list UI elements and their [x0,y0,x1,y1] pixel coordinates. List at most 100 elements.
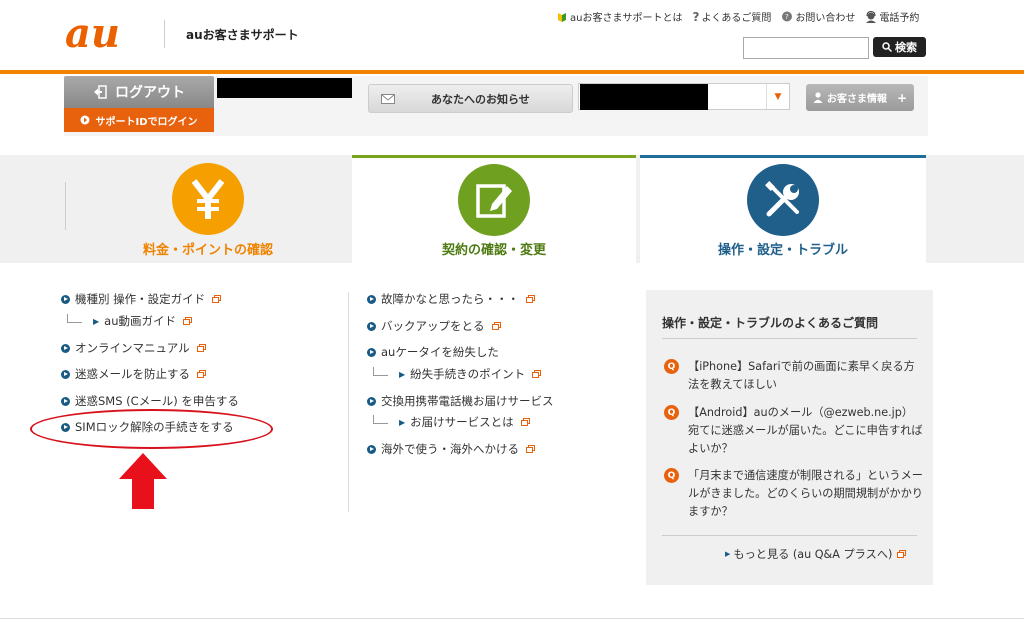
beginner-leaf-icon [558,12,566,22]
list-item[interactable]: auケータイを紛失した [367,344,499,360]
link-about-support-label: auお客さまサポートとは [570,13,683,24]
list-item-sub[interactable]: ▶ お届けサービスとは [373,414,530,430]
arrow-bullet-icon [61,294,70,304]
link-label: 迷惑SMS (Cメール) を申告する [75,394,239,408]
link-label: au動画ガイド [104,314,176,328]
list-item-sub[interactable]: ▶ 紛失手続きのポイント [373,366,542,382]
faq-divider-bottom [662,535,917,536]
faq-item-text: 「月末まで通信速度が制限される」というメールがきました。どのくらいの期間規制がか… [688,469,923,518]
external-window-icon [526,295,535,303]
tab-billing-points[interactable]: 料金・ポイントの確認 [65,155,351,263]
list-item[interactable]: 迷惑SMS (Cメール) を申告する [61,393,239,409]
arrow-bullet-icon [367,294,376,304]
link-faq-label: よくあるご質問 [701,13,772,24]
external-window-icon [491,322,501,330]
list-item[interactable]: 交換用携帯電話機お届けサービス [367,393,554,409]
site-title: auお客さまサポート [186,28,299,42]
external-window-icon [520,418,530,426]
support-id-login-button[interactable]: サポートIDでログイン [64,108,214,132]
svg-text:?: ? [785,13,789,21]
edit-document-icon [458,164,530,236]
arrow-right-icon: ▶ [725,550,731,558]
au-logo-icon: au [65,10,120,57]
search-icon [882,42,892,52]
external-window-icon [197,370,206,378]
column-divider [348,292,349,512]
faq-more-link[interactable]: ▶ もっと見る (au Q&A プラスへ) [725,546,907,562]
link-label: 海外で使う・海外へかける [381,442,519,456]
arrow-bullet-icon [367,444,376,454]
list-item[interactable]: バックアップをとる [367,318,501,334]
link-label: 故障かなと思ったら・・・ [381,292,519,306]
link-label: 機種別 操作・設定ガイド [75,292,206,306]
link-phone-reservation-label: 電話予約 [879,13,920,24]
chevron-down-icon[interactable]: ▼ [766,84,789,109]
question-badge-icon: Q [664,359,679,374]
list-item[interactable]: 機種別 操作・設定ガイド [61,291,222,307]
person-icon [813,92,823,103]
faq-title: 操作・設定・トラブルのよくあるご質問 [662,316,879,330]
link-phone-reservation[interactable]: 電話予約 [865,9,919,24]
link-faq[interactable]: ? よくあるご質問 [692,9,772,25]
link-label: 紛失手続きのポイント [410,367,526,381]
customer-info-button[interactable]: お客さま情報 + [806,84,914,111]
link-label: 迷惑メールを防止する [75,367,190,381]
header-accent-bar [0,70,1024,74]
question-badge-icon: Q [664,405,679,420]
highlight-ellipse [30,409,273,449]
list-item[interactable]: 迷惑メールを防止する [61,366,206,382]
list-item[interactable]: 故障かなと思ったら・・・ [367,291,535,307]
search-button-label: 検索 [895,41,917,54]
tab-operation-settings-trouble[interactable]: 操作・設定・トラブル [640,155,926,263]
tab-contract[interactable]: 契約の確認・変更 [352,155,636,263]
faq-divider [662,338,917,339]
footer-divider [0,618,1024,619]
tab-support-label: 操作・設定・トラブル [717,243,848,258]
tab-contract-label: 契約の確認・変更 [441,243,546,258]
yen-icon [172,163,244,235]
tree-connector [373,414,388,424]
external-window-icon [212,295,222,303]
redacted-line-number [580,84,708,110]
redacted-username [217,78,352,98]
external-window-icon [183,317,192,325]
external-window-icon [196,344,206,352]
link-contact[interactable]: ? お問い合わせ [781,9,855,24]
external-window-icon [532,370,542,378]
search-button[interactable]: 検索 [873,37,926,57]
faq-item-text: 【Android】auのメール（@ezweb.ne.jp）宛てに迷惑メールが届い… [688,406,923,455]
list-item[interactable]: オンラインマニュアル [61,340,206,356]
notice-label: あなたへのお知らせ [431,92,530,106]
operator-icon [866,10,877,23]
arrow-bullet-icon [61,343,70,353]
link-label: 交換用携帯電話機お届けサービス [381,394,554,408]
link-contact-label: お問い合わせ [795,13,856,24]
external-window-icon [526,445,535,453]
arrow-right-icon: ▶ [399,417,406,427]
header-divider [164,20,165,48]
faq-item[interactable]: Q 【Android】auのメール（@ezweb.ne.jp）宛てに迷惑メールが… [664,404,924,458]
faq-item[interactable]: Q 「月末まで通信速度が制限される」というメールがきました。どのくらいの期間規制… [664,467,924,521]
tab-billing-label: 料金・ポイントの確認 [142,243,273,258]
tree-connector [373,366,388,376]
chat-bubble-icon: ? [782,11,793,21]
faq-item[interactable]: Q 【iPhone】Safariで前の画面に素早く戻る方法を教えてほしい [664,358,924,394]
red-arrow-up-icon [119,453,167,509]
mail-icon [381,93,395,104]
list-item-sub[interactable]: ▶ au動画ガイド [67,313,192,329]
arrow-bullet-icon [367,396,376,406]
faq-more-label: もっと見る (au Q&A プラスへ) [733,548,893,561]
link-about-support[interactable]: auお客さまサポートとは [556,9,682,24]
support-id-login-label: サポートIDでログイン [95,116,198,128]
svg-text:au: au [65,14,120,54]
arrow-bullet-icon [367,347,376,357]
question-badge-icon: Q [664,468,679,483]
search-input[interactable] [743,37,869,59]
list-item[interactable]: 海外で使う・海外へかける [367,441,535,457]
logout-button[interactable]: ログアウト [64,76,214,108]
plus-icon: + [896,90,908,105]
customer-info-label: お客さま情報 [826,94,887,105]
notice-button[interactable]: あなたへのお知らせ [368,84,573,113]
arrow-bullet-icon [61,369,70,379]
au-logo[interactable]: au [65,10,147,57]
